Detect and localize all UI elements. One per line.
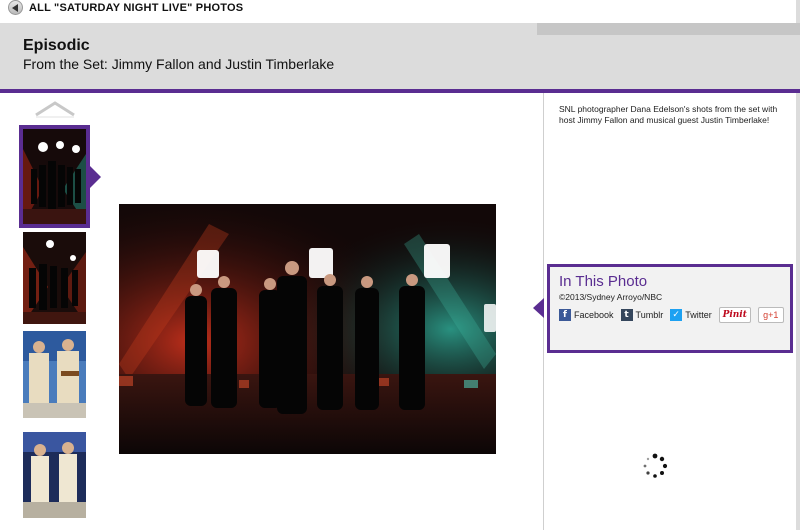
selected-thumbnail-pointer	[90, 166, 101, 188]
tumblr-icon: t	[620, 309, 633, 321]
twitter-icon: ✓	[670, 309, 683, 321]
thumbnail-image	[23, 432, 86, 518]
photo-credit: ©2013/Sydney Arroyo/NBC	[559, 292, 663, 302]
thumbnail-4[interactable]	[23, 432, 86, 518]
main-photo-image	[119, 204, 496, 454]
thumbnail-image	[23, 331, 86, 418]
in-this-photo-title: In This Photo	[559, 273, 648, 290]
share-facebook-label: Facebook	[574, 310, 614, 320]
share-tumblr-button[interactable]: t Tumblr	[620, 309, 664, 321]
gallery-caption: SNL photographer Dana Edelson's shots fr…	[559, 104, 778, 125]
back-to-gallery-link[interactable]: ALL "SATURDAY NIGHT LIVE" PHOTOS	[8, 0, 243, 15]
scroll-up-arrow-icon[interactable]	[33, 100, 77, 118]
share-tumblr-label: Tumblr	[635, 310, 664, 320]
pinterest-pin-button[interactable]: Pinit	[718, 307, 751, 323]
facebook-icon: f	[559, 309, 571, 321]
info-box-pointer	[533, 298, 544, 318]
top-bar: ALL "SATURDAY NIGHT LIVE" PHOTOS	[0, 0, 800, 18]
loading-spinner-icon	[643, 453, 668, 478]
header-divider	[0, 89, 800, 93]
share-twitter-button[interactable]: ✓ Twitter	[670, 309, 712, 321]
thumbnail-3[interactable]	[23, 331, 86, 418]
thumbnail-image	[23, 129, 86, 224]
google-plus-one-button[interactable]: g+1	[757, 307, 784, 323]
page-title: Episodic	[23, 37, 90, 54]
main-photo[interactable]	[119, 204, 496, 454]
share-facebook-button[interactable]: f Facebook	[559, 309, 614, 321]
back-arrow-icon	[8, 0, 23, 15]
thumbnail-image	[23, 232, 86, 324]
in-this-photo-panel: In This Photo ©2013/Sydney Arroyo/NBC f …	[547, 264, 793, 353]
thumbnail-1[interactable]	[19, 125, 90, 228]
thumbnail-2[interactable]	[23, 232, 86, 324]
share-twitter-label: Twitter	[685, 310, 712, 320]
header-tab	[537, 23, 800, 35]
share-buttons: f Facebook t Tumblr ✓ Twitter Pinit g+1	[559, 307, 784, 323]
back-link-label: ALL "SATURDAY NIGHT LIVE" PHOTOS	[29, 1, 244, 14]
gallery-subtitle: From the Set: Jimmy Fallon and Justin Ti…	[23, 56, 335, 72]
